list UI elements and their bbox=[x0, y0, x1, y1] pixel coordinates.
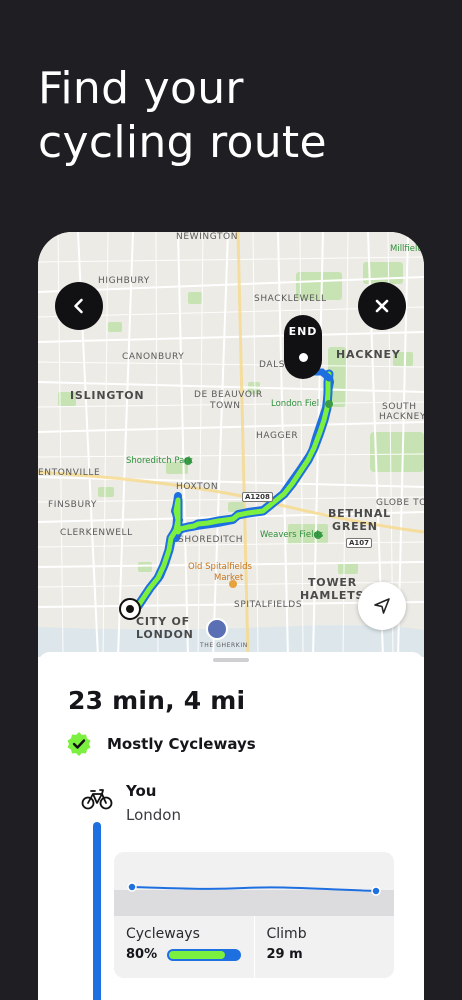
map-label-shoreditch: SHOREDITCH bbox=[178, 535, 244, 545]
gherkin-landmark-icon[interactable] bbox=[206, 618, 228, 640]
back-button[interactable] bbox=[55, 282, 103, 330]
phone-screen: NEWINGTON Millfields HIGHBURY SHACKLEWEL… bbox=[38, 232, 424, 1000]
climb-stat: Climb 29 m bbox=[253, 916, 395, 978]
cycleways-progress-fill bbox=[169, 950, 226, 959]
end-pin-dot bbox=[299, 353, 308, 362]
headline-line-1: Find your bbox=[38, 63, 244, 114]
start-pin[interactable] bbox=[119, 598, 141, 620]
map-label-millfields: Millfields bbox=[390, 244, 424, 254]
sheet-drag-handle[interactable] bbox=[213, 658, 249, 662]
locate-button[interactable] bbox=[358, 582, 406, 630]
verified-check-icon bbox=[67, 732, 91, 756]
end-pin-label: END bbox=[288, 325, 318, 338]
map-label-spitalfields-market-2: Market bbox=[214, 573, 244, 583]
map-label-hackney-2: HACKNEY bbox=[379, 412, 424, 422]
cycleways-stat: Cycleways 80% bbox=[114, 916, 254, 978]
map-label-london: LONDON bbox=[136, 628, 194, 641]
map-label-pentonville: ENTONVILLE bbox=[38, 468, 101, 478]
map-label-finsbury: FINSBURY bbox=[48, 500, 98, 510]
cycleways-progress-bar bbox=[167, 948, 242, 961]
headline-line-2: cycling route bbox=[38, 117, 327, 168]
route-details-sheet[interactable]: 23 min, 4 mi Mostly Cycleways You London bbox=[38, 652, 424, 1000]
map-label-spitalfields-market-1: Old Spitalfields bbox=[188, 562, 252, 572]
climb-value: 29 m bbox=[266, 947, 303, 962]
origin-name: You bbox=[126, 782, 157, 800]
map-label-spitalfields: SPITALFIELDS bbox=[234, 600, 303, 610]
map-label-hoxton: HOXTON bbox=[176, 482, 219, 492]
headline: Find your cycling route bbox=[38, 62, 438, 170]
map-label-hackney: HACKNEY bbox=[336, 348, 401, 361]
navigation-arrow-icon bbox=[374, 598, 390, 614]
cycleways-label: Cycleways bbox=[126, 926, 200, 942]
map-label-clerkenwell: CLERKENWELL bbox=[60, 528, 133, 538]
map-label-town: TOWN bbox=[210, 401, 241, 411]
map-label-road-a1208: A1208 bbox=[242, 492, 273, 502]
end-pin[interactable]: END bbox=[284, 315, 322, 379]
close-button[interactable] bbox=[358, 282, 406, 330]
badge-label: Mostly Cycleways bbox=[107, 735, 256, 753]
map-label-south: SOUTH bbox=[382, 402, 417, 412]
map-label-bethnal: BETHNAL bbox=[328, 507, 391, 520]
route-summary: 23 min, 4 mi bbox=[68, 686, 246, 715]
map-label-newington: NEWINGTON bbox=[176, 232, 239, 242]
cycleways-value: 80% bbox=[126, 947, 158, 962]
climb-label: Climb bbox=[266, 926, 307, 942]
route-map[interactable]: NEWINGTON Millfields HIGHBURY SHACKLEWEL… bbox=[38, 232, 424, 657]
map-label-city-of: CITY OF bbox=[136, 615, 190, 628]
origin-place: London bbox=[126, 806, 181, 824]
map-label-shacklewell: SHACKLEWELL bbox=[254, 294, 327, 304]
map-label-hamlets: HAMLETS bbox=[300, 589, 365, 602]
map-label-london-fields: London Fiel bbox=[271, 399, 320, 409]
map-label-highbury: HIGHBURY bbox=[98, 276, 150, 286]
map-label-weavers-fields: Weavers Fields bbox=[260, 530, 324, 540]
elevation-profile bbox=[114, 882, 394, 916]
map-label-shoreditch-park: Shoreditch Park bbox=[126, 456, 193, 466]
bicycle-icon bbox=[81, 789, 113, 810]
map-label-haggerston: HAGGER bbox=[256, 431, 299, 441]
map-label-islington: ISLINGTON bbox=[70, 389, 145, 402]
map-label-gherkin: THE GHERKIN bbox=[200, 642, 248, 649]
stats-row: Cycleways 80% Climb 29 m bbox=[114, 916, 394, 978]
close-icon bbox=[375, 299, 389, 313]
cycleways-badge-row: Mostly Cycleways bbox=[66, 731, 256, 757]
map-label-canonbury: CANONBURY bbox=[122, 352, 185, 362]
map-label-tower: TOWER bbox=[308, 576, 357, 589]
route-timeline-line bbox=[93, 822, 101, 1000]
map-label-road-a107: A107 bbox=[346, 538, 373, 548]
map-label-de-beauvoir: DE BEAUVOIR bbox=[194, 390, 263, 400]
route-stats-card[interactable]: Cycleways 80% Climb 29 m bbox=[114, 852, 394, 978]
back-icon bbox=[74, 298, 83, 314]
map-label-green: GREEN bbox=[332, 520, 378, 533]
